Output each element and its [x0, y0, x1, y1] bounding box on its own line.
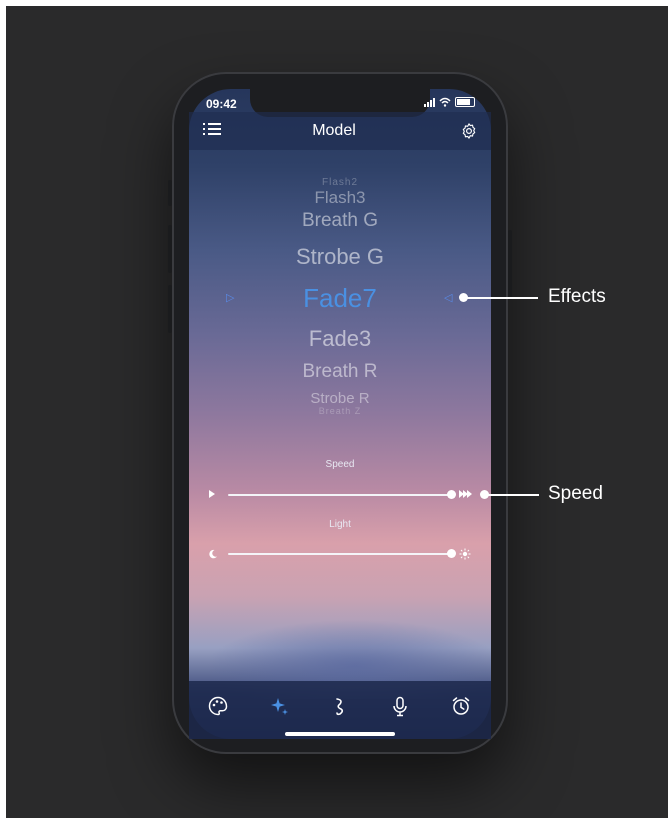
speed-label: Speed [325, 459, 355, 470]
microphone-icon[interactable] [389, 695, 411, 717]
selection-right-marker-icon: ◁ [444, 292, 453, 304]
effect-item-strobe-r[interactable]: Strobe R [189, 390, 491, 407]
effect-item-flash2[interactable]: Flash2 [189, 177, 491, 188]
alarm-clock-icon[interactable] [450, 695, 472, 717]
sparkle-icon[interactable] [268, 695, 290, 717]
volume-down-button [168, 285, 172, 333]
effect-item-breath-z[interactable]: Breath Z [189, 406, 491, 416]
speed-slider-thumb[interactable] [447, 490, 456, 499]
speed-slider-track[interactable] [228, 494, 452, 496]
light-label: Light [329, 519, 351, 530]
status-icons [424, 97, 475, 107]
effect-item-fade3[interactable]: Fade3 [189, 326, 491, 352]
power-button [508, 230, 512, 300]
music-note-icon[interactable] [329, 695, 351, 717]
speed-callout-line [487, 494, 539, 496]
fast-forward-icon [459, 490, 472, 498]
settings-gear-icon[interactable] [460, 122, 478, 140]
light-slider-track[interactable] [228, 553, 452, 555]
effects-callout-label: Effects [548, 286, 606, 307]
effect-item-breath-r[interactable]: Breath R [189, 361, 491, 383]
speed-callout-label: Speed [548, 483, 603, 504]
effects-callout-line [466, 297, 538, 299]
wifi-icon [439, 97, 451, 107]
sun-icon [459, 548, 471, 560]
effect-item-breath-g[interactable]: Breath G [189, 210, 491, 232]
effect-item-flash3[interactable]: Flash3 [189, 188, 491, 208]
page-title: Model [312, 122, 356, 139]
play-icon [209, 490, 215, 498]
battery-icon [455, 97, 475, 107]
status-time: 09:42 [206, 97, 237, 111]
volume-up-button [168, 225, 172, 273]
signal-icon [424, 97, 435, 107]
effect-item-strobe-g[interactable]: Strobe G [189, 244, 491, 270]
palette-icon[interactable] [207, 695, 229, 717]
home-indicator[interactable] [285, 732, 395, 736]
light-slider-thumb[interactable] [447, 549, 456, 558]
moon-icon [209, 549, 217, 559]
mute-switch [168, 180, 172, 206]
